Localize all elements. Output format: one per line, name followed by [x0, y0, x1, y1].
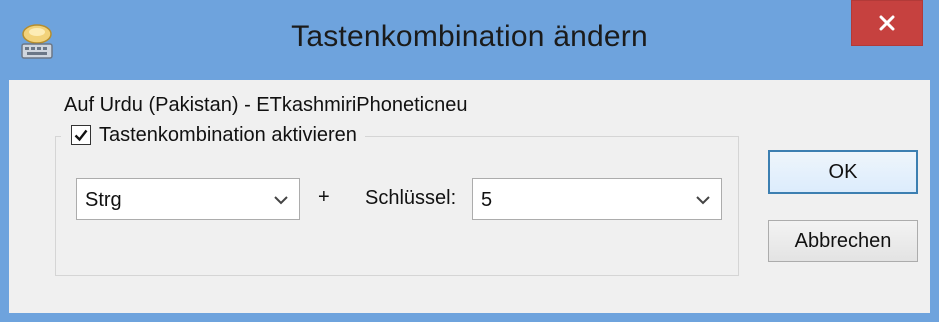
- enable-shortcut-checkbox[interactable]: Tastenkombination aktivieren: [61, 119, 365, 151]
- dialog-content: Auf Urdu (Pakistan) - ETkashmiriPhonetic…: [9, 80, 930, 313]
- checkbox-box[interactable]: [71, 125, 91, 145]
- chevron-down-icon: [696, 196, 710, 205]
- language-label: Auf Urdu (Pakistan) - ETkashmiriPhonetic…: [64, 94, 468, 116]
- key-select-value: 5: [481, 189, 493, 211]
- plus-label: +: [318, 186, 330, 208]
- close-icon: [879, 15, 895, 31]
- ok-button[interactable]: OK: [768, 150, 918, 194]
- title-bar[interactable]: Tastenkombination ändern: [0, 0, 939, 80]
- cancel-button[interactable]: Abbrechen: [768, 220, 918, 262]
- close-button[interactable]: [851, 0, 923, 46]
- chevron-down-icon: [274, 196, 288, 205]
- modifier-select-value: Strg: [85, 189, 122, 211]
- key-select[interactable]: 5: [472, 178, 722, 220]
- modifier-select[interactable]: Strg: [76, 178, 300, 220]
- checkmark-icon: [74, 129, 88, 142]
- dialog-window: Tastenkombination ändern Auf Urdu (Pakis…: [0, 0, 939, 322]
- window-title: Tastenkombination ändern: [291, 20, 648, 53]
- key-label: Schlüssel:: [365, 187, 457, 209]
- enable-shortcut-label: Tastenkombination aktivieren: [99, 123, 357, 146]
